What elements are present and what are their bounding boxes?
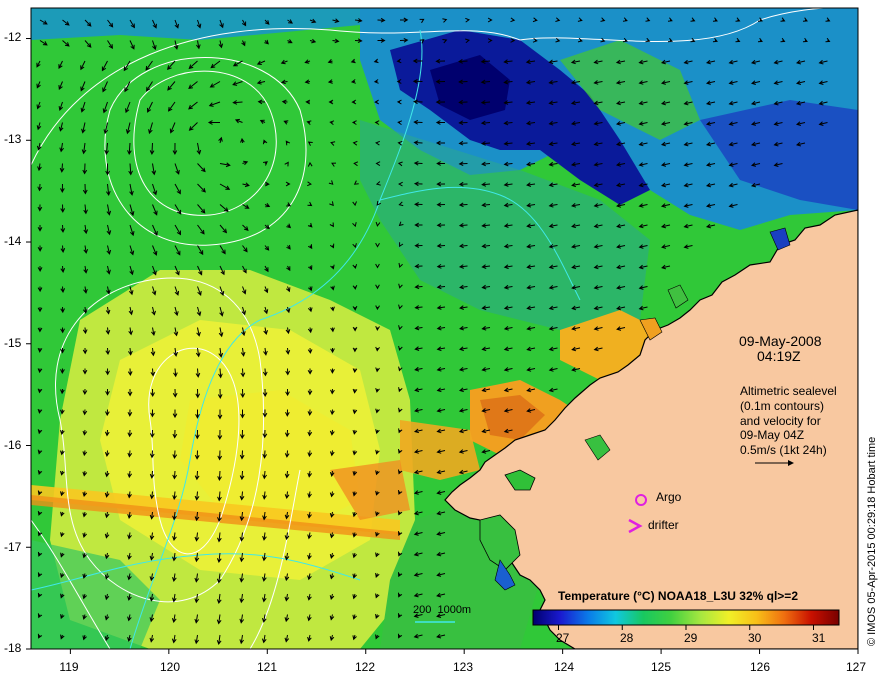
lat-label: -12	[4, 30, 22, 44]
colorbar	[532, 609, 840, 626]
lon-label: 126	[749, 660, 771, 674]
lat-label: -14	[4, 234, 22, 248]
colorbar-tick-label: 29	[684, 631, 698, 645]
lat-label: -15	[4, 336, 22, 350]
lon-label: 125	[650, 660, 672, 674]
lon-label: 121	[256, 660, 278, 674]
lon-label: 124	[553, 660, 575, 674]
lat-label: -16	[4, 438, 22, 452]
colorbar-tick-label: 31	[812, 631, 826, 645]
time-label: 04:19Z	[757, 348, 801, 364]
colorbar-tick-label: 30	[748, 631, 762, 645]
lat-label: -13	[4, 132, 22, 146]
lat-label: -18	[4, 641, 22, 655]
colorbar-tick-label: 27	[556, 631, 570, 645]
isobath-legend-label: 200 1000m	[413, 604, 472, 616]
credit-text: © IMOS 05-Apr-2015 00:29:18 Hobart time	[866, 436, 878, 646]
colorbar-title: Temperature (°C) NOAA18_L3U 32% ql>=2	[558, 589, 798, 603]
lat-label: -17	[4, 540, 22, 554]
altimetry-note-line: (0.1m contours)	[740, 399, 825, 413]
date-label: 09-May-2008	[739, 333, 822, 349]
altimetry-note-line: Altimetric sealevel	[740, 384, 837, 398]
lon-label: 120	[159, 660, 181, 674]
lon-label: 123	[452, 660, 474, 674]
lon-label: 122	[354, 660, 376, 674]
colorbar-tick-label: 28	[620, 631, 634, 645]
argo-label: Argo	[656, 490, 682, 504]
altimetry-note-line: 09-May 04Z	[740, 428, 805, 442]
lon-label: 119	[59, 660, 79, 674]
lon-label: 127	[845, 660, 867, 674]
altimetry-note-line: and velocity for	[740, 414, 821, 428]
drifter-label: drifter	[648, 518, 679, 532]
velocity-scale-label: 0.5m/s (1kt 24h)	[740, 443, 827, 457]
